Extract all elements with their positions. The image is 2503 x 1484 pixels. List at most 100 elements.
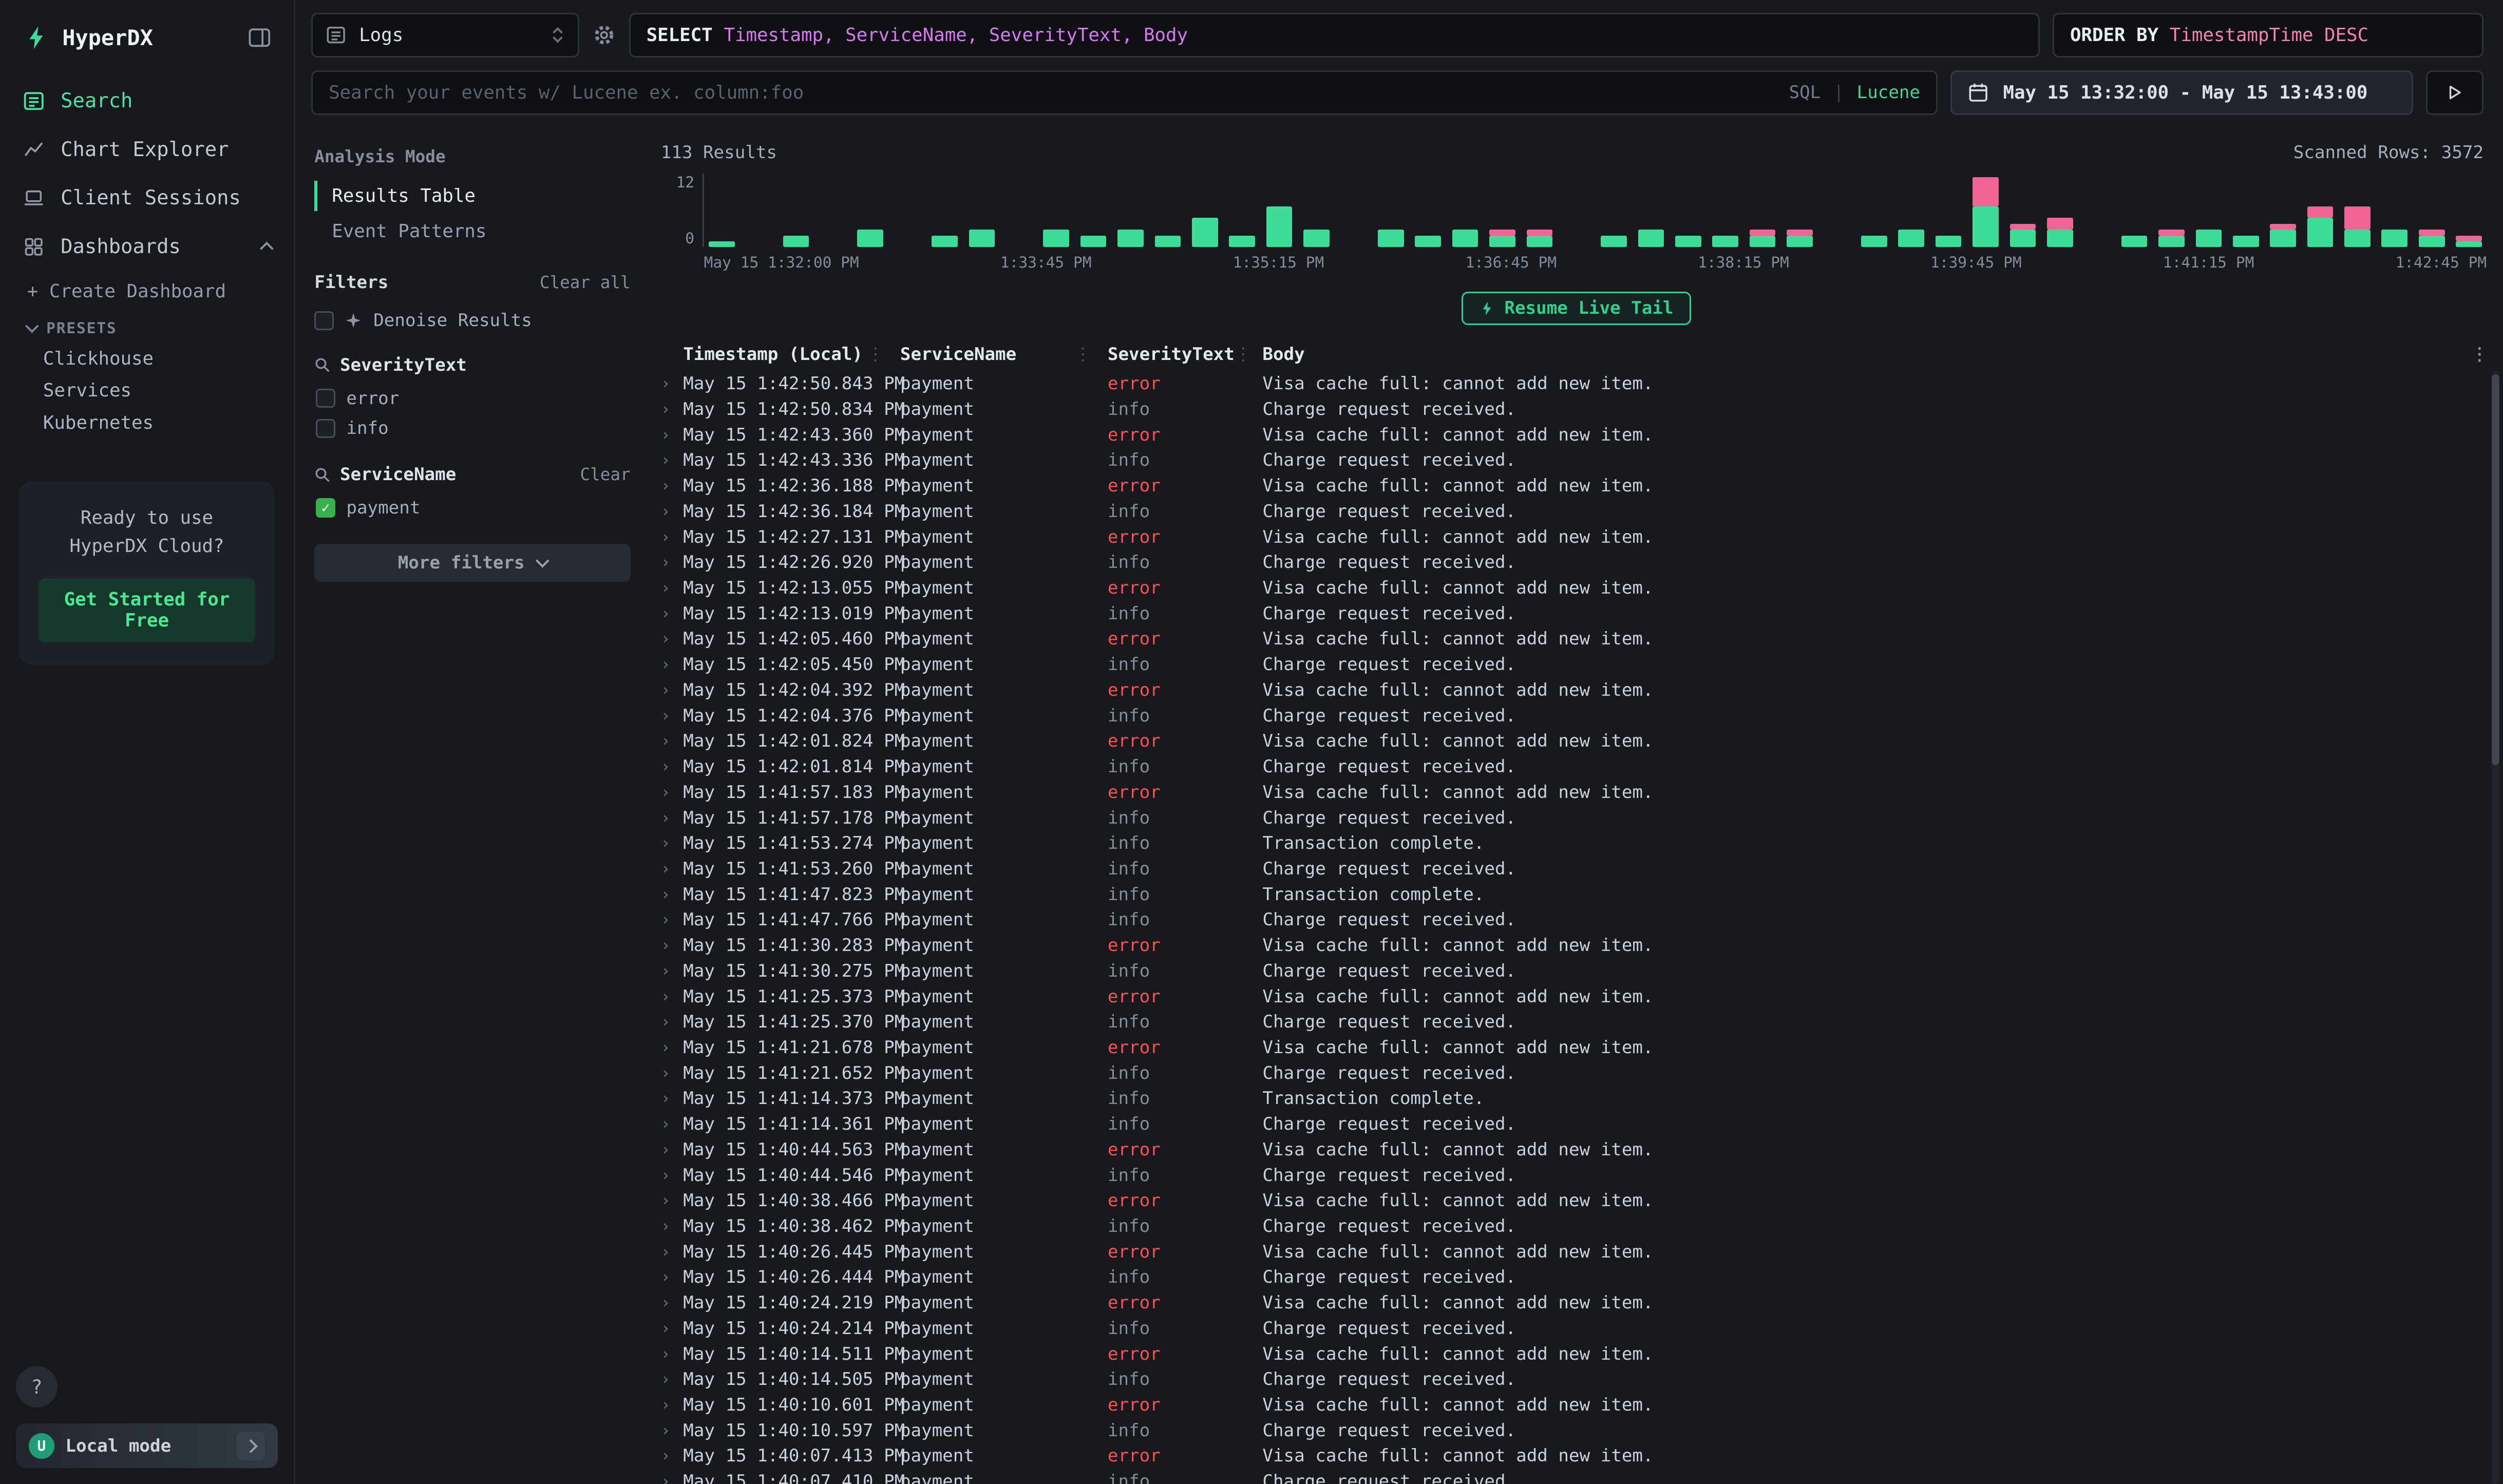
histogram-bar[interactable] [1527, 230, 1553, 247]
table-row[interactable]: ›May 15 1:40:38.462 PMpaymentinfoCharge … [650, 1213, 2502, 1239]
histogram-bar[interactable] [2121, 236, 2148, 248]
histogram-bar[interactable] [932, 236, 958, 248]
table-row[interactable]: ›May 15 1:41:53.260 PMpaymentinfoCharge … [650, 856, 2502, 882]
row-expand-icon[interactable]: › [661, 1140, 684, 1159]
run-query-button[interactable] [2426, 70, 2483, 115]
row-expand-icon[interactable]: › [661, 655, 684, 674]
mode-event-patterns[interactable]: Event Patterns [314, 216, 630, 247]
time-range-picker[interactable]: May 15 13:32:00 - May 15 13:43:00 [1950, 70, 2413, 115]
table-row[interactable]: ›May 15 1:41:57.183 PMpaymenterrorVisa c… [650, 779, 2502, 805]
row-expand-icon[interactable]: › [661, 707, 684, 725]
clear-group-link[interactable]: Clear [580, 465, 630, 484]
histogram-bar[interactable] [2196, 230, 2222, 247]
scrollbar-thumb[interactable] [2492, 374, 2500, 765]
create-dashboard-link[interactable]: + Create Dashboard [0, 271, 294, 308]
row-expand-icon[interactable]: › [661, 783, 684, 802]
row-expand-icon[interactable]: › [661, 1345, 684, 1363]
row-expand-icon[interactable]: › [661, 757, 684, 776]
table-options-icon[interactable]: ⋮ [2471, 344, 2488, 365]
row-expand-icon[interactable]: › [661, 451, 684, 469]
table-row[interactable]: ›May 15 1:41:53.274 PMpaymentinfoTransac… [650, 830, 2502, 856]
histogram-bar[interactable] [2344, 206, 2371, 248]
histogram-bar[interactable] [1973, 177, 1999, 248]
histogram-bar[interactable] [1155, 236, 1181, 248]
histogram-bar[interactable] [857, 230, 883, 247]
preset-item[interactable]: Services [0, 375, 294, 408]
histogram-bar[interactable] [2307, 206, 2334, 248]
presets-toggle[interactable]: PRESETS [0, 308, 294, 343]
row-expand-icon[interactable]: › [661, 681, 684, 699]
table-row[interactable]: ›May 15 1:40:38.466 PMpaymenterrorVisa c… [650, 1188, 2502, 1213]
histogram-bar[interactable] [2456, 236, 2482, 248]
filter-option[interactable]: info [314, 413, 630, 444]
histogram-bar[interactable] [1750, 230, 1776, 247]
histogram-bar[interactable] [1675, 236, 1701, 248]
sidebar-item-chart-explorer[interactable]: Chart Explorer [0, 125, 294, 174]
table-row[interactable]: ›May 15 1:42:27.131 PMpaymenterrorVisa c… [650, 524, 2502, 550]
sidebar-item-dashboards[interactable]: Dashboards [0, 222, 294, 271]
table-row[interactable]: ›May 15 1:41:30.275 PMpaymentinfoCharge … [650, 958, 2502, 984]
row-expand-icon[interactable]: › [661, 477, 684, 495]
mode-results-table[interactable]: Results Table [314, 181, 630, 212]
table-row[interactable]: ›May 15 1:42:01.824 PMpaymenterrorVisa c… [650, 728, 2502, 754]
row-expand-icon[interactable]: › [661, 962, 684, 980]
row-expand-icon[interactable]: › [661, 630, 684, 648]
preset-item[interactable]: Kubernetes [0, 408, 294, 440]
histogram-bar[interactable] [1936, 236, 1962, 248]
row-expand-icon[interactable]: › [661, 1396, 684, 1414]
histogram-bar[interactable] [1638, 230, 1664, 247]
histogram-bar[interactable] [1229, 236, 1255, 248]
order-by-input[interactable]: ORDER BY TimestampTime DESC [2053, 13, 2483, 58]
column-resize-handle[interactable]: ⋮ [1074, 344, 1092, 365]
column-resize-handle[interactable]: ⋮ [867, 344, 884, 365]
table-row[interactable]: ›May 15 1:42:05.450 PMpaymentinfoCharge … [650, 652, 2502, 677]
filter-option[interactable]: ✓payment [314, 493, 630, 523]
collapse-sidebar-icon[interactable] [248, 26, 272, 50]
histogram-bar[interactable] [1117, 230, 1144, 247]
language-sql-toggle[interactable]: SQL [1789, 82, 1821, 103]
resume-live-tail-button[interactable]: Resume Live Tail [1462, 292, 1691, 325]
histogram-bar[interactable] [1452, 230, 1478, 247]
more-filters-button[interactable]: More filters [314, 544, 630, 582]
help-button[interactable]: ? [16, 1366, 58, 1407]
get-started-button[interactable]: Get Started for Free [39, 578, 256, 643]
row-expand-icon[interactable]: › [661, 1319, 684, 1338]
table-row[interactable]: ›May 15 1:40:10.597 PMpaymentinfoCharge … [650, 1418, 2502, 1443]
table-row[interactable]: ›May 15 1:42:50.834 PMpaymentinfoCharge … [650, 396, 2502, 422]
table-row[interactable]: ›May 15 1:41:14.361 PMpaymentinfoCharge … [650, 1111, 2502, 1137]
row-expand-icon[interactable]: › [661, 1243, 684, 1261]
row-expand-icon[interactable]: › [661, 1447, 684, 1465]
row-expand-icon[interactable]: › [661, 502, 684, 521]
row-expand-icon[interactable]: › [661, 1421, 684, 1440]
histogram-bar[interactable] [969, 230, 995, 247]
histogram-bar[interactable] [1898, 230, 1924, 247]
table-row[interactable]: ›May 15 1:40:24.219 PMpaymenterrorVisa c… [650, 1290, 2502, 1316]
table-row[interactable]: ›May 15 1:41:47.766 PMpaymentinfoCharge … [650, 907, 2502, 933]
row-expand-icon[interactable]: › [661, 1293, 684, 1312]
user-menu-button[interactable]: U Local mode [16, 1423, 278, 1468]
row-expand-icon[interactable]: › [661, 400, 684, 418]
histogram-bar[interactable] [2233, 236, 2259, 248]
column-resize-handle[interactable]: ⋮ [1235, 344, 1252, 365]
table-row[interactable]: ›May 15 1:40:26.445 PMpaymenterrorVisa c… [650, 1239, 2502, 1265]
language-lucene-toggle[interactable]: Lucene [1857, 82, 1920, 103]
histogram-bar[interactable] [2158, 230, 2185, 247]
row-expand-icon[interactable]: › [661, 936, 684, 955]
histogram-bar[interactable] [1378, 230, 1404, 247]
table-row[interactable]: ›May 15 1:41:25.370 PMpaymentinfoCharge … [650, 1009, 2502, 1035]
table-row[interactable]: ›May 15 1:42:36.188 PMpaymenterrorVisa c… [650, 473, 2502, 499]
row-expand-icon[interactable]: › [661, 1013, 684, 1031]
row-expand-icon[interactable]: › [661, 1268, 684, 1286]
histogram-bar[interactable] [1266, 206, 1293, 248]
denoise-results-option[interactable]: Denoise Results [314, 310, 630, 331]
row-expand-icon[interactable]: › [661, 834, 684, 852]
sidebar-item-search[interactable]: Search [0, 77, 294, 125]
table-row[interactable]: ›May 15 1:41:14.373 PMpaymentinfoTransac… [650, 1086, 2502, 1112]
histogram-bar[interactable] [1415, 236, 1441, 248]
row-expand-icon[interactable]: › [661, 860, 684, 878]
table-row[interactable]: ›May 15 1:40:07.413 PMpaymenterrorVisa c… [650, 1443, 2502, 1469]
table-row[interactable]: ›May 15 1:40:26.444 PMpaymentinfoCharge … [650, 1265, 2502, 1290]
select-clause-input[interactable]: SELECT Timestamp, ServiceName, SeverityT… [629, 13, 2040, 58]
histogram-bar[interactable] [1489, 230, 1515, 247]
table-row[interactable]: ›May 15 1:41:30.283 PMpaymenterrorVisa c… [650, 933, 2502, 958]
